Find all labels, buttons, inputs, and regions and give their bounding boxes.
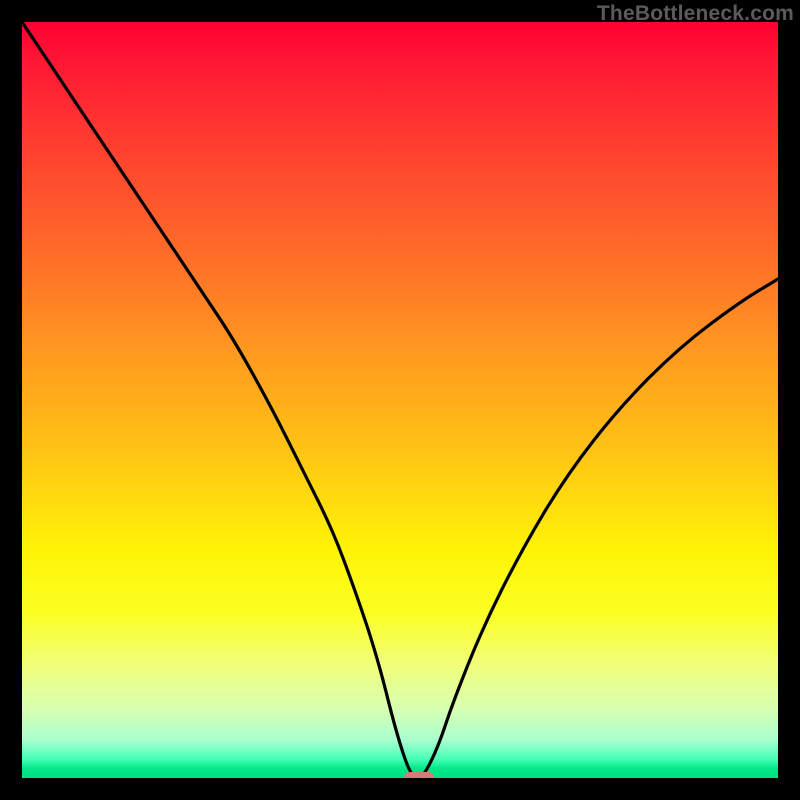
chart-stage: TheBottleneck.com (0, 0, 800, 800)
plot-area (22, 22, 778, 778)
curve-layer (22, 22, 778, 778)
bottleneck-curve (22, 22, 778, 778)
minimum-marker (404, 772, 434, 778)
watermark-text: TheBottleneck.com (597, 2, 794, 26)
